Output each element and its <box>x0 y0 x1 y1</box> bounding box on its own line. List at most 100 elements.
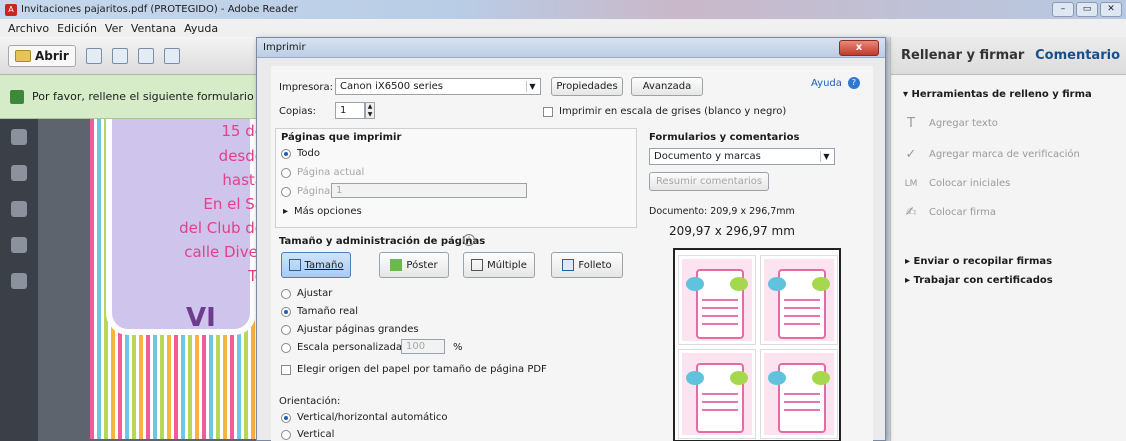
doc-line: hasta <box>222 171 260 189</box>
pages-icon[interactable] <box>11 165 27 181</box>
menu-edicion[interactable]: Edición <box>57 22 97 35</box>
open-label: Abrir <box>35 48 69 63</box>
tool-firma[interactable]: ✍ Colocar firma <box>891 189 1126 220</box>
size-tab-booklet[interactable]: Folleto <box>551 252 623 278</box>
help-link[interactable]: Ayuda ? <box>811 77 860 89</box>
pages-all-option[interactable]: Todo <box>281 148 320 159</box>
copies-input[interactable]: 1 <box>335 102 365 119</box>
open-button[interactable]: Abrir <box>8 44 76 67</box>
dialog-body: Impresora: Canon iX6500 series ▼ Propied… <box>271 66 873 441</box>
pages-range-radio[interactable] <box>281 186 291 197</box>
pages-current-option[interactable]: Página actual <box>281 167 364 178</box>
info-icon[interactable]: i <box>463 234 475 246</box>
actual-size-option[interactable]: Tamaño real <box>281 306 358 317</box>
tool-label: Colocar firma <box>929 207 997 218</box>
menu-archivo[interactable]: Archivo <box>8 22 49 35</box>
orient-auto-radio[interactable] <box>281 412 291 423</box>
tools-section-label: Herramientas de relleno y firma <box>911 89 1092 100</box>
printer-select[interactable]: Canon iX6500 series ▼ <box>335 78 541 95</box>
size-header: Tamaño y administración de páginas <box>279 236 486 247</box>
size-tab-label: Póster <box>406 259 438 271</box>
form-icon <box>10 89 24 104</box>
help-icon: ? <box>847 77 860 89</box>
booklet-icon <box>562 259 575 271</box>
custom-scale-input[interactable]: 100 <box>401 339 445 354</box>
doc-line: del Club de <box>179 219 260 237</box>
document-area: 15 de desde hasta En el Sa del Club de c… <box>38 119 260 441</box>
orientation-header: Orientación: <box>279 396 341 407</box>
size-tab-label: Folleto <box>578 259 612 271</box>
share-icon[interactable] <box>163 47 180 64</box>
orient-auto-option[interactable]: Vertical/horizontal automático <box>281 412 448 423</box>
menu-ventana[interactable]: Ventana <box>131 22 176 35</box>
certificates-label: Trabajar con certificados <box>913 275 1053 286</box>
dialog-close-button[interactable]: x <box>839 40 879 56</box>
copies-stepper[interactable]: ▲ ▼ <box>365 102 375 119</box>
copies-label: Copias: <box>279 106 316 117</box>
tab-comentario[interactable]: Comentario <box>1035 48 1120 63</box>
shrink-option[interactable]: Ajustar páginas grandes <box>281 324 419 335</box>
pages-range-input[interactable]: 1 <box>331 183 527 198</box>
size-tab-poster[interactable]: Póster <box>379 252 449 278</box>
wand-icon[interactable] <box>11 273 27 289</box>
help-label: Ayuda <box>811 77 842 89</box>
pages-range-label: Páginas <box>297 186 336 197</box>
pages-all-radio[interactable] <box>281 148 291 159</box>
doc-line: desde <box>218 147 260 165</box>
pages-range-option[interactable]: Páginas <box>281 186 336 197</box>
paper-source-checkbox[interactable] <box>281 364 291 375</box>
fill-sign-panel: Rellenar y firmar Comentario ▾ Herramien… <box>890 37 1126 441</box>
shrink-radio[interactable] <box>281 324 291 335</box>
forms-select[interactable]: Documento y marcas ▼ <box>649 148 835 165</box>
orient-vertical-radio[interactable] <box>281 429 291 440</box>
more-options-toggle[interactable]: ▸ Más opciones <box>283 206 362 217</box>
menu-ayuda[interactable]: Ayuda <box>184 22 218 35</box>
doc-line: 15 de <box>221 122 260 140</box>
print-icon[interactable] <box>111 47 128 64</box>
properties-button[interactable]: Propiedades <box>551 77 623 96</box>
paper-source-option[interactable]: Elegir origen del papel por tamaño de pá… <box>281 364 547 375</box>
menu-ver[interactable]: Ver <box>105 22 123 35</box>
tool-agregar-texto[interactable]: T Agregar texto <box>891 100 1126 131</box>
orient-vertical-option[interactable]: Vertical <box>281 429 334 440</box>
maximize-button[interactable]: ▭ <box>1076 2 1098 17</box>
size-tab-multiple[interactable]: Múltiple <box>463 252 535 278</box>
text-tool-icon: T <box>907 116 915 131</box>
grayscale-checkbox[interactable] <box>543 106 553 117</box>
toolbar: Abrir <box>0 37 260 75</box>
lock-icon[interactable] <box>11 129 27 145</box>
tool-iniciales[interactable]: LM Colocar iniciales <box>891 162 1126 189</box>
certificates-link[interactable]: ▸ Trabajar con certificados <box>891 267 1126 286</box>
copies-value: 1 <box>340 105 347 116</box>
size-tab-tamano[interactable]: Tamaño <box>281 252 351 278</box>
advanced-button[interactable]: Avanzada <box>631 77 703 96</box>
grayscale-option[interactable]: Imprimir en escala de grises (blanco y n… <box>543 106 786 117</box>
tool-label: Colocar iniciales <box>929 178 1011 189</box>
preview-card <box>760 255 838 345</box>
chevron-right-icon: ▸ <box>283 206 289 217</box>
signature-icon[interactable] <box>11 201 27 217</box>
fit-option[interactable]: Ajustar <box>281 288 332 299</box>
actual-size-label: Tamaño real <box>297 306 359 317</box>
fit-radio[interactable] <box>281 288 291 299</box>
tab-rellenar-firmar[interactable]: Rellenar y firmar <box>901 48 1024 63</box>
custom-scale-option[interactable]: Escala personalizada: <box>281 342 405 353</box>
chevron-down-icon: ▼ <box>820 151 832 162</box>
layers-icon[interactable] <box>11 237 27 253</box>
save-icon[interactable] <box>85 47 102 64</box>
minimize-button[interactable]: – <box>1052 2 1074 17</box>
send-signatures-link[interactable]: ▸ Enviar o recopilar firmas <box>891 220 1126 267</box>
window-titlebar: A Invitaciones pajaritos.pdf (PROTEGIDO)… <box>0 0 1126 19</box>
close-window-button[interactable]: ✕ <box>1100 2 1122 17</box>
edit-icon[interactable] <box>137 47 154 64</box>
custom-scale-radio[interactable] <box>281 342 291 353</box>
panel-tabs: Rellenar y firmar Comentario <box>891 37 1126 75</box>
pages-all-label: Todo <box>297 148 320 159</box>
pages-current-radio[interactable] <box>281 167 291 178</box>
tools-section-header[interactable]: ▾ Herramientas de relleno y firma <box>891 75 1126 100</box>
summarize-comments-button[interactable]: Resumir comentarios <box>649 172 769 191</box>
tool-marca-verificacion[interactable]: ✓ Agregar marca de verificación <box>891 131 1126 162</box>
multiple-icon <box>471 259 484 271</box>
actual-size-radio[interactable] <box>281 306 291 317</box>
folder-icon <box>15 49 31 62</box>
